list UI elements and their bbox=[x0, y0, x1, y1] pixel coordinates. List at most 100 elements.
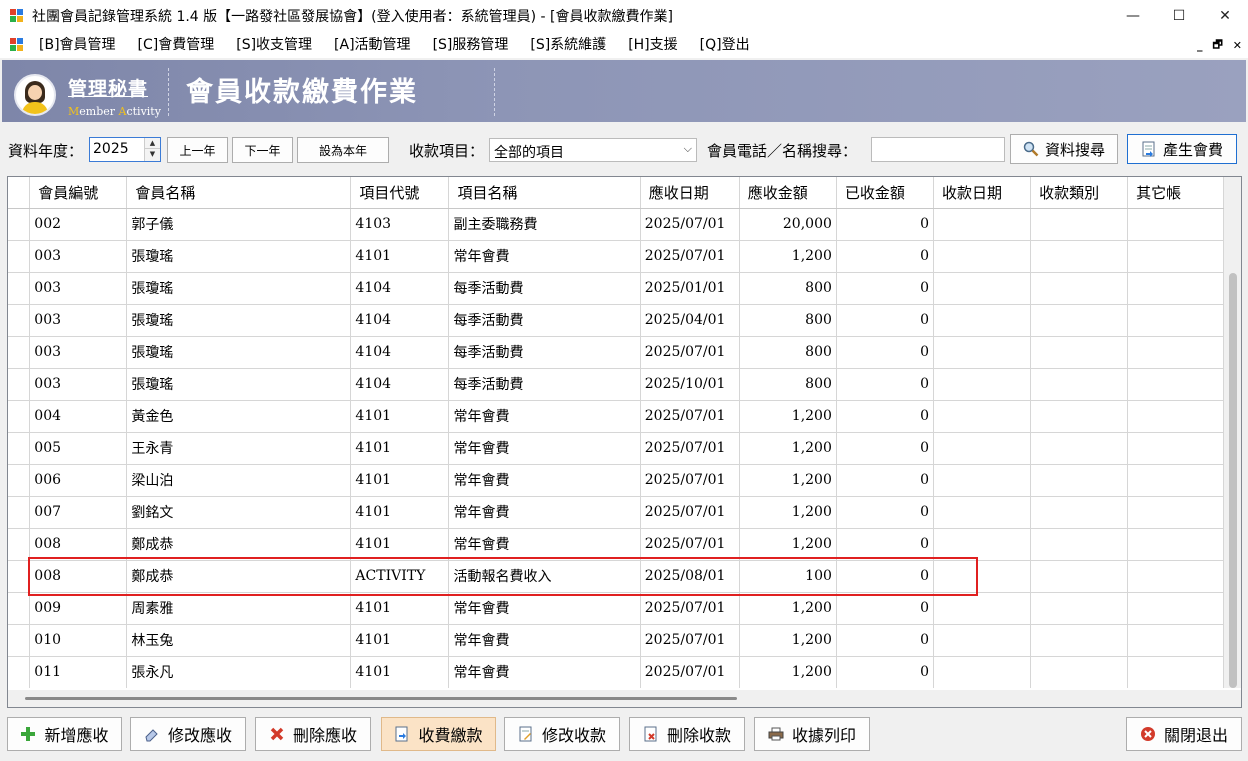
table-cell[interactable]: 1,200 bbox=[739, 624, 837, 657]
receivables-grid[interactable]: 會員編號 會員名稱 項目代號 項目名稱 應收日期 應收金額 已收金額 收款日期 … bbox=[7, 176, 1242, 708]
table-cell[interactable]: 2025/07/01 bbox=[640, 496, 740, 529]
table-cell[interactable]: 4101 bbox=[350, 496, 450, 529]
table-cell[interactable] bbox=[1127, 656, 1224, 688]
table-cell[interactable]: 2025/07/01 bbox=[640, 656, 740, 688]
table-cell[interactable]: 003 bbox=[29, 336, 128, 369]
table-cell[interactable]: 2025/07/01 bbox=[640, 528, 740, 561]
table-cell[interactable] bbox=[1030, 432, 1129, 465]
item-select[interactable]: 全部的項目 ⌵ bbox=[489, 138, 697, 162]
table-cell[interactable] bbox=[1127, 304, 1224, 337]
table-cell[interactable] bbox=[1030, 592, 1129, 625]
table-cell[interactable]: 0 bbox=[836, 528, 934, 561]
table-row[interactable]: 008 鄭成恭 4101 常年會費 2025/07/01 1,200 0 bbox=[8, 528, 1224, 561]
table-cell[interactable]: 張瓊瑤 bbox=[126, 304, 352, 337]
table-cell[interactable]: 每季活動費 bbox=[448, 304, 641, 337]
table-cell[interactable]: 003 bbox=[29, 368, 128, 401]
table-cell[interactable] bbox=[1127, 592, 1224, 625]
table-cell[interactable] bbox=[933, 656, 1032, 688]
table-cell[interactable]: 0 bbox=[836, 208, 934, 241]
row-header[interactable] bbox=[8, 272, 31, 305]
table-cell[interactable] bbox=[1127, 432, 1224, 465]
table-cell[interactable] bbox=[1030, 464, 1129, 497]
table-cell[interactable]: 常年會費 bbox=[448, 656, 641, 688]
table-cell[interactable] bbox=[933, 496, 1032, 529]
table-cell[interactable]: 003 bbox=[29, 304, 128, 337]
table-cell[interactable] bbox=[1030, 400, 1129, 433]
row-header-corner[interactable] bbox=[8, 177, 31, 209]
table-cell[interactable]: 鄭成恭 bbox=[126, 528, 352, 561]
mdi-close-button[interactable]: ✕ bbox=[1233, 39, 1242, 52]
row-header[interactable] bbox=[8, 432, 31, 465]
table-cell[interactable]: 0 bbox=[836, 336, 934, 369]
table-row[interactable]: 011 張永凡 4101 常年會費 2025/07/01 1,200 0 bbox=[8, 656, 1224, 688]
table-cell[interactable] bbox=[1030, 368, 1129, 401]
row-header[interactable] bbox=[8, 368, 31, 401]
table-cell[interactable]: 800 bbox=[739, 304, 837, 337]
generate-fee-button[interactable]: 產生會費 bbox=[1127, 134, 1237, 164]
table-cell[interactable] bbox=[1030, 656, 1129, 688]
minimize-button[interactable]: — bbox=[1110, 0, 1156, 32]
table-cell[interactable] bbox=[1127, 272, 1224, 305]
table-cell[interactable]: 張瓊瑤 bbox=[126, 272, 352, 305]
table-cell[interactable]: 劉銘文 bbox=[126, 496, 352, 529]
add-receivable-button[interactable]: 新增應收 bbox=[7, 717, 122, 751]
table-cell[interactable]: 2025/07/01 bbox=[640, 240, 740, 273]
spin-up-icon[interactable]: ▲ bbox=[145, 138, 160, 149]
print-receipt-button[interactable]: 收據列印 bbox=[754, 717, 870, 751]
row-header[interactable] bbox=[8, 304, 31, 337]
table-cell[interactable]: 張瓊瑤 bbox=[126, 240, 352, 273]
table-row[interactable]: 003 張瓊瑤 4104 每季活動費 2025/01/01 800 0 bbox=[8, 272, 1224, 305]
row-header[interactable] bbox=[8, 624, 31, 657]
search-input[interactable] bbox=[871, 137, 1005, 162]
table-cell[interactable]: 2025/07/01 bbox=[640, 464, 740, 497]
table-row[interactable]: 010 林玉兔 4101 常年會費 2025/07/01 1,200 0 bbox=[8, 624, 1224, 657]
column-header[interactable]: 已收金額 bbox=[836, 177, 934, 209]
table-cell[interactable]: 1,200 bbox=[739, 400, 837, 433]
table-cell[interactable] bbox=[1030, 272, 1129, 305]
table-cell[interactable] bbox=[933, 464, 1032, 497]
table-cell[interactable]: 0 bbox=[836, 368, 934, 401]
table-cell[interactable] bbox=[1127, 560, 1224, 593]
table-cell[interactable] bbox=[1030, 304, 1129, 337]
column-header[interactable]: 項目代號 bbox=[350, 177, 450, 209]
table-row[interactable]: 009 周素雅 4101 常年會費 2025/07/01 1,200 0 bbox=[8, 592, 1224, 625]
row-header[interactable] bbox=[8, 528, 31, 561]
row-header[interactable] bbox=[8, 496, 31, 529]
table-cell[interactable]: 0 bbox=[836, 400, 934, 433]
edit-payment-button[interactable]: 修改收款 bbox=[504, 717, 620, 751]
mdi-minimize-button[interactable]: _ bbox=[1197, 39, 1203, 52]
table-cell[interactable] bbox=[933, 240, 1032, 273]
table-row[interactable]: 002 郭子儀 4103 副主委職務費 2025/07/01 20,000 0 bbox=[8, 208, 1224, 241]
row-header[interactable] bbox=[8, 336, 31, 369]
prev-year-button[interactable]: 上一年 bbox=[167, 137, 228, 163]
table-cell[interactable]: 2025/07/01 bbox=[640, 624, 740, 657]
table-cell[interactable]: 1,200 bbox=[739, 464, 837, 497]
table-row[interactable]: 003 張瓊瑤 4101 常年會費 2025/07/01 1,200 0 bbox=[8, 240, 1224, 273]
table-cell[interactable]: 副主委職務費 bbox=[448, 208, 641, 241]
menu-income-expense[interactable]: [S]收支管理 bbox=[225, 32, 323, 58]
table-cell[interactable]: 常年會費 bbox=[448, 592, 641, 625]
table-row[interactable]: 003 張瓊瑤 4104 每季活動費 2025/04/01 800 0 bbox=[8, 304, 1224, 337]
table-cell[interactable]: 0 bbox=[836, 496, 934, 529]
table-cell[interactable]: 4101 bbox=[350, 528, 450, 561]
table-cell[interactable] bbox=[933, 528, 1032, 561]
table-row[interactable]: 003 張瓊瑤 4104 每季活動費 2025/07/01 800 0 bbox=[8, 336, 1224, 369]
table-cell[interactable]: 4104 bbox=[350, 272, 450, 305]
table-cell[interactable] bbox=[933, 432, 1032, 465]
menu-activity[interactable]: [A]活動管理 bbox=[323, 32, 422, 58]
table-cell[interactable] bbox=[1127, 624, 1224, 657]
table-cell[interactable]: 常年會費 bbox=[448, 240, 641, 273]
table-cell[interactable]: 1,200 bbox=[739, 528, 837, 561]
table-cell[interactable]: 008 bbox=[29, 528, 128, 561]
table-cell[interactable]: 800 bbox=[739, 272, 837, 305]
table-cell[interactable]: 002 bbox=[29, 208, 128, 241]
table-cell[interactable]: 004 bbox=[29, 400, 128, 433]
table-cell[interactable]: 張瓊瑤 bbox=[126, 368, 352, 401]
maximize-button[interactable]: ☐ bbox=[1156, 0, 1202, 32]
table-cell[interactable] bbox=[1127, 528, 1224, 561]
chevron-down-icon[interactable]: ⌵ bbox=[684, 142, 692, 156]
column-header[interactable]: 會員編號 bbox=[29, 177, 128, 209]
table-cell[interactable]: 常年會費 bbox=[448, 464, 641, 497]
delete-receivable-button[interactable]: 刪除應收 bbox=[255, 717, 371, 751]
row-header[interactable] bbox=[8, 400, 31, 433]
